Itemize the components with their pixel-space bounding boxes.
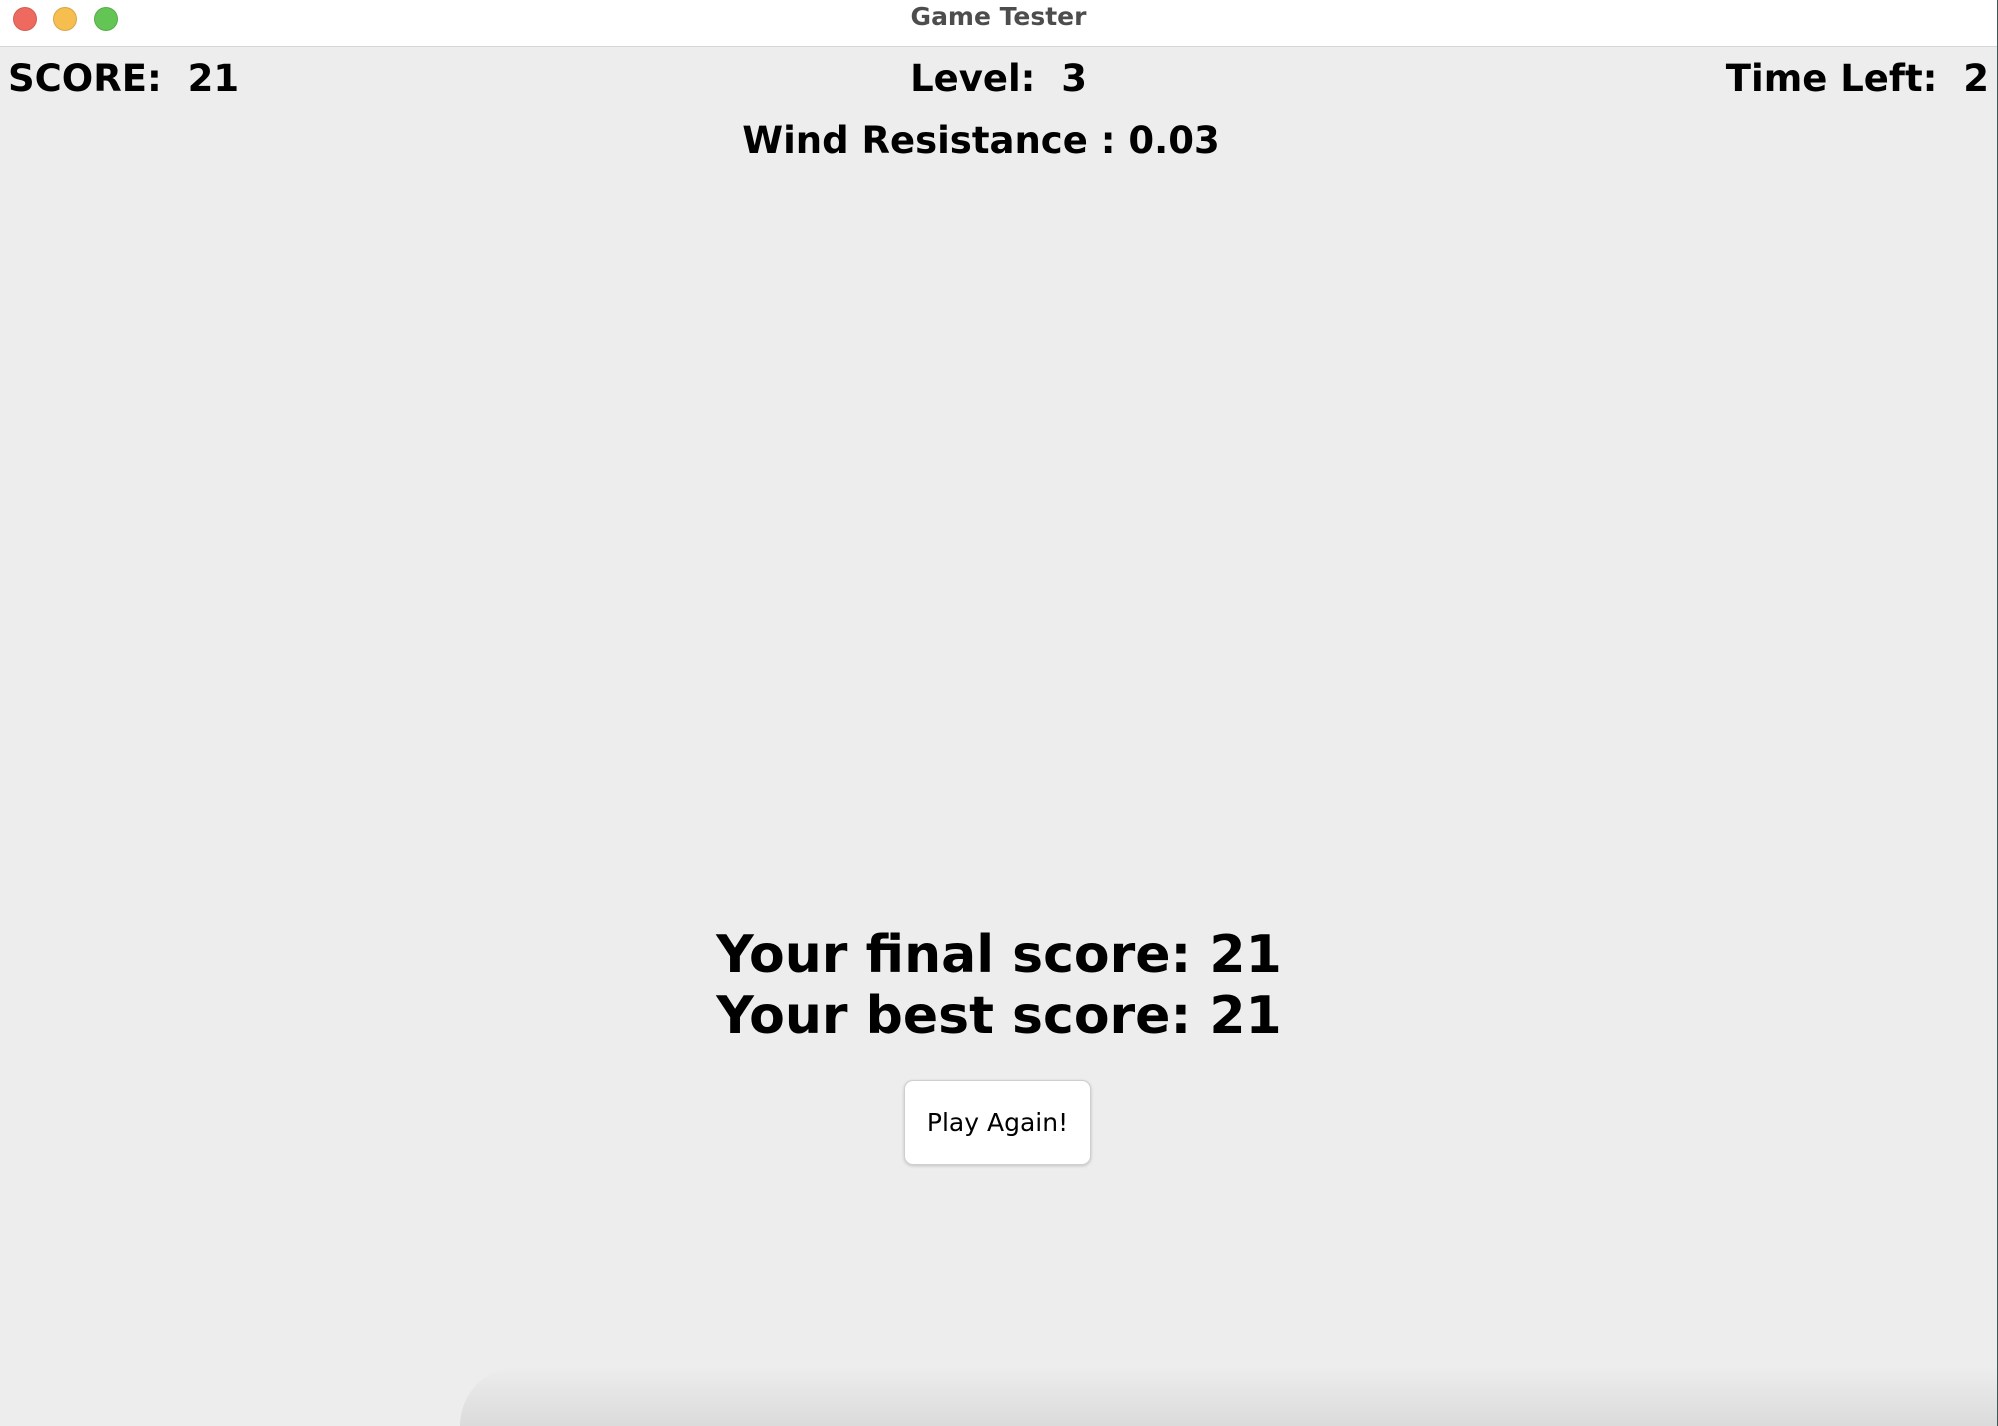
game-over-panel: Your final score: 21 Your best score: 21: [0, 925, 1997, 1047]
play-again-button[interactable]: Play Again!: [904, 1080, 1091, 1165]
final-score-text: Your final score: 21: [716, 925, 1282, 985]
title-bar: Game Tester: [0, 0, 1997, 47]
score-display: SCORE: 21: [8, 57, 240, 100]
level-display: Level: 3: [910, 57, 1087, 100]
window-title: Game Tester: [910, 2, 1087, 31]
bottom-shadow: [460, 1366, 1997, 1426]
wind-resistance-display: Wind Resistance : 0.03: [742, 119, 1220, 162]
best-score-text: Your best score: 21: [716, 986, 1282, 1046]
time-left-display: Time Left: 2: [1725, 57, 1989, 100]
game-window: Game Tester Level: 3 SCORE: 21 Time Left…: [0, 0, 1997, 1426]
